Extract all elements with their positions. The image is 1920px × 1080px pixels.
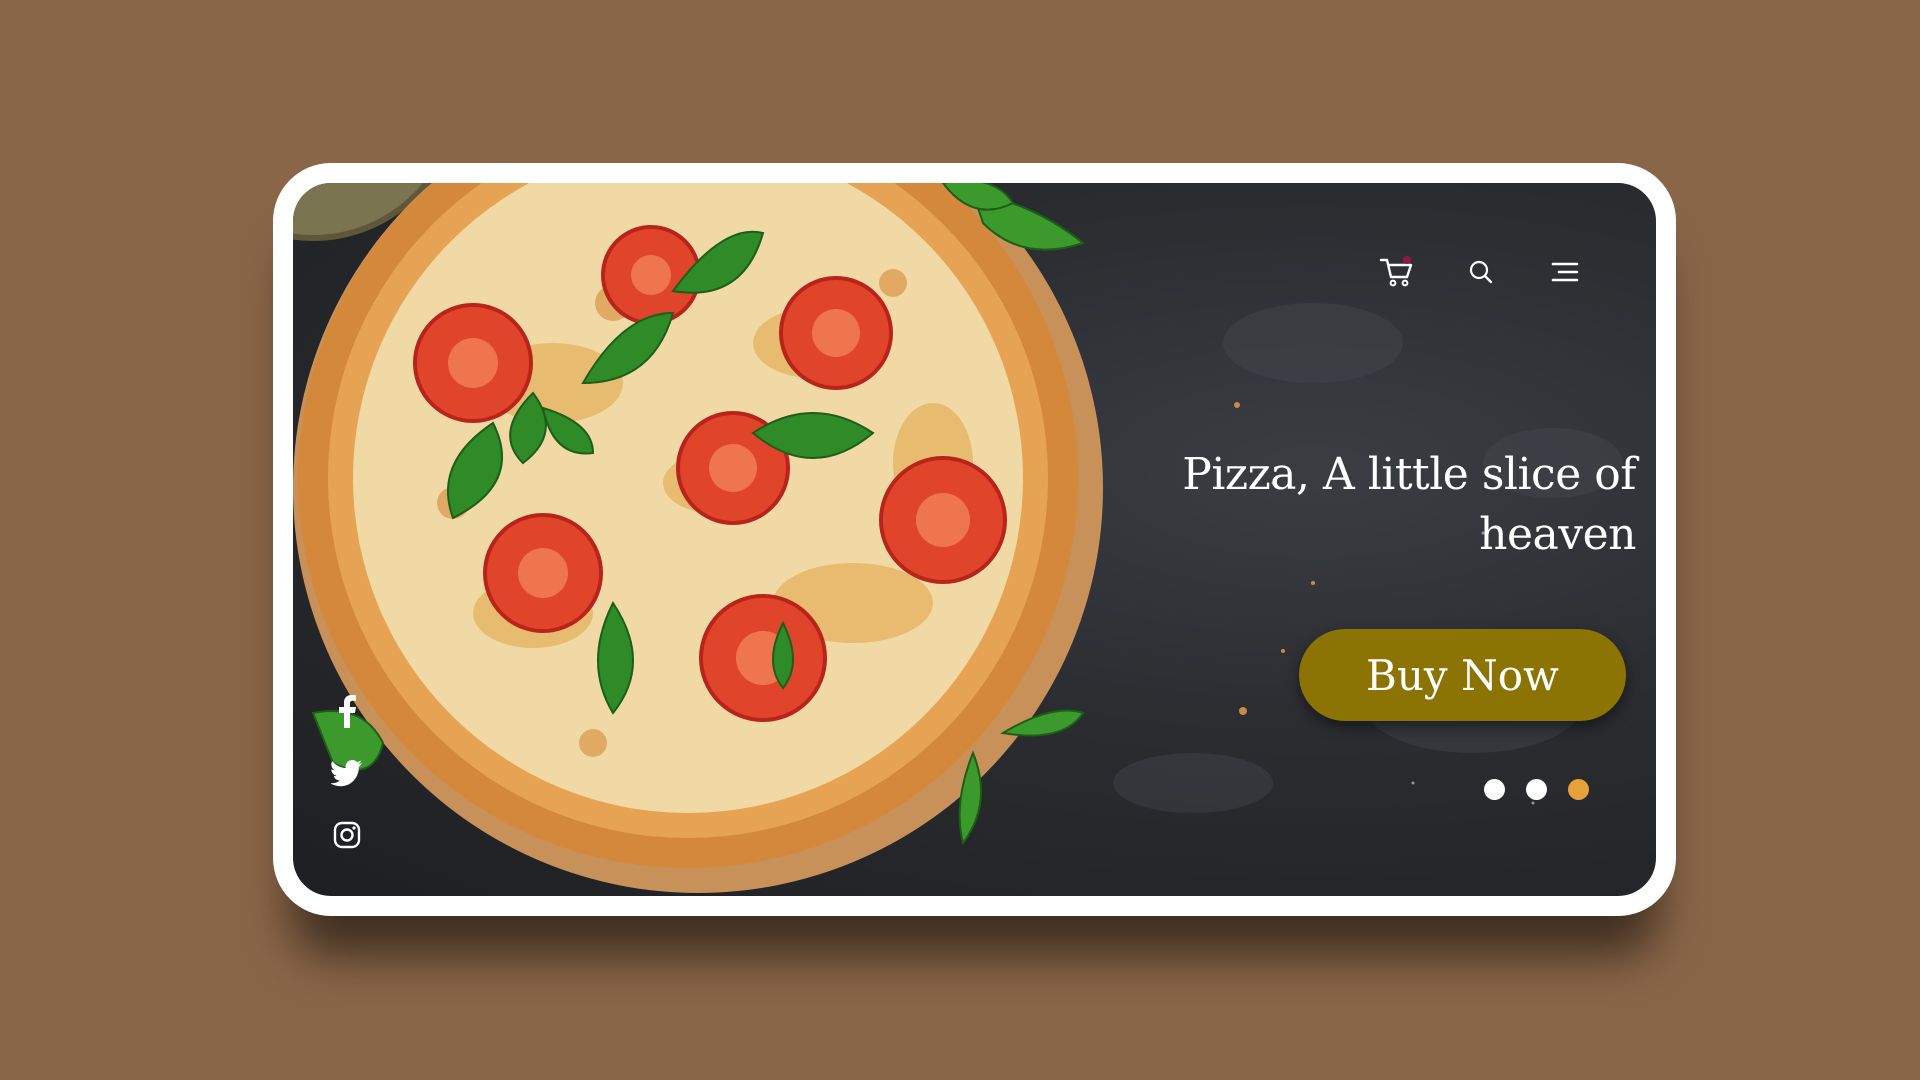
buy-now-button[interactable]: Buy Now	[1299, 629, 1626, 721]
hero-headline: Pizza, A little slice of heaven	[1116, 445, 1636, 565]
carousel-indicators	[1484, 779, 1589, 800]
instagram-link[interactable]	[329, 817, 365, 853]
cart-icon	[1379, 256, 1413, 287]
instagram-icon	[333, 821, 361, 849]
menu-button[interactable]	[1546, 253, 1584, 291]
search-icon	[1469, 260, 1493, 284]
device-frame: Pizza, A little slice of heaven Buy Now	[273, 163, 1676, 916]
menu-icon	[1551, 262, 1579, 282]
headline-line-1: Pizza, A little slice of	[1182, 449, 1636, 500]
cart-button[interactable]	[1378, 253, 1416, 291]
cart-badge	[1403, 256, 1411, 264]
facebook-icon	[339, 695, 356, 728]
carousel-dot-2[interactable]	[1526, 779, 1547, 800]
carousel-dot-3[interactable]	[1568, 779, 1589, 800]
search-button[interactable]	[1462, 253, 1500, 291]
twitter-icon	[331, 760, 362, 787]
hero-screen: Pizza, A little slice of heaven Buy Now	[293, 183, 1656, 896]
social-links	[329, 693, 365, 853]
headline-line-2: heaven	[1479, 509, 1636, 560]
facebook-link[interactable]	[329, 693, 365, 729]
carousel-dot-1[interactable]	[1484, 779, 1505, 800]
top-nav	[1378, 253, 1584, 291]
twitter-link[interactable]	[329, 755, 365, 791]
